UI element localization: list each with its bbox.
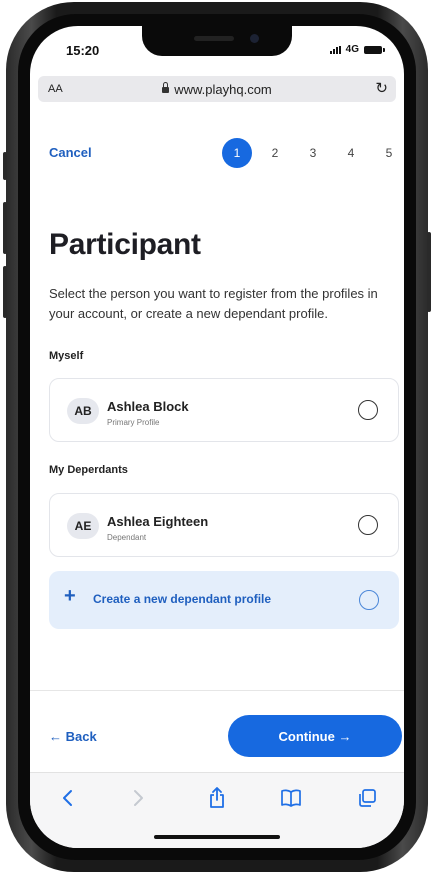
network-label: 4G [345, 44, 359, 55]
mute-switch [3, 152, 7, 180]
back-arrow-icon[interactable] [52, 783, 82, 813]
create-profile-radio-button[interactable] [359, 590, 379, 610]
phone-frame: 15:20 4G AA www.playhq.com ↻ Cancel 1 2 … [3, 2, 431, 872]
speaker-grille [194, 36, 234, 41]
profile-radio-button[interactable] [358, 515, 378, 535]
url-text: www.playhq.com [174, 82, 272, 97]
back-button[interactable]: ← Back [49, 729, 97, 744]
footer-divider [30, 690, 404, 691]
profile-name: Ashlea Eighteen [107, 514, 209, 529]
profile-type: Dependant [107, 533, 147, 542]
step-indicator: 1 2 3 4 5 [222, 138, 404, 168]
step-4: 4 [347, 146, 355, 160]
front-camera [250, 34, 259, 43]
reload-icon[interactable]: ↻ [375, 79, 388, 97]
power-button [427, 232, 431, 312]
status-indicators: 4G [329, 44, 385, 55]
page-title: Participant [49, 228, 201, 261]
home-indicator[interactable] [154, 835, 280, 839]
safari-toolbar [30, 772, 404, 848]
plus-icon: + [64, 585, 76, 607]
volume-up-button [3, 202, 7, 254]
dependants-section-label: My Deperdants [49, 464, 128, 476]
profile-radio-button[interactable] [358, 400, 378, 420]
step-2: 2 [271, 146, 279, 160]
profile-card-myself[interactable]: AB Ashlea Block Primary Profile [49, 378, 399, 442]
avatar: AB [67, 398, 99, 424]
step-3: 3 [309, 146, 317, 160]
browser-address-bar[interactable]: AA www.playhq.com ↻ [38, 76, 396, 102]
profile-card-dependant[interactable]: AE Ashlea Eighteen Dependant [49, 493, 399, 557]
continue-button[interactable]: Continue → [228, 715, 402, 757]
status-time: 15:20 [66, 43, 100, 58]
forward-arrow-icon[interactable] [124, 783, 154, 813]
step-1: 1 [222, 138, 252, 168]
notch [142, 26, 292, 56]
share-icon[interactable] [202, 783, 232, 813]
tabs-icon[interactable] [352, 783, 382, 813]
create-profile-label: Create a new dependant profile [93, 592, 272, 606]
profile-type: Primary Profile [107, 418, 160, 427]
profile-name: Ashlea Block [107, 399, 189, 414]
bookmarks-icon[interactable] [276, 783, 306, 813]
phone-screen: 15:20 4G AA www.playhq.com ↻ Cancel 1 2 … [30, 26, 404, 848]
lock-icon [162, 81, 170, 93]
cancel-button[interactable]: Cancel [49, 145, 92, 160]
create-dependant-profile-button[interactable]: + Create a new dependant profile [49, 571, 399, 629]
step-5: 5 [385, 146, 393, 160]
url-display[interactable]: www.playhq.com [38, 81, 396, 97]
volume-down-button [3, 266, 7, 318]
battery-icon [364, 45, 385, 54]
page-subtitle: Select the person you want to register f… [49, 286, 378, 321]
signal-icon [329, 45, 341, 54]
avatar: AE [67, 513, 99, 539]
myself-section-label: Myself [49, 350, 84, 362]
